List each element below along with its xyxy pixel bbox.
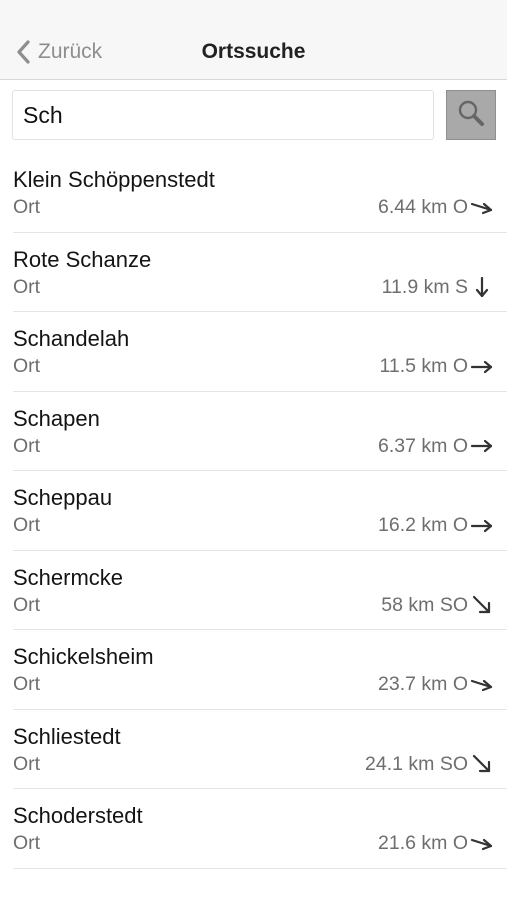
place-type: Ort [13, 752, 41, 775]
row-divider [13, 867, 507, 869]
east-arrow-icon [470, 436, 494, 456]
place-type: Ort [13, 514, 41, 536]
list-item[interactable]: Schickelsheim Ort 23.7 km O [0, 630, 507, 710]
place-type: Ort [13, 673, 41, 695]
place-type: Ort [13, 355, 41, 377]
place-type: Ort [13, 434, 41, 457]
distance-text: 6.44 km O [378, 196, 468, 218]
distance-direction: 11.5 km O [379, 355, 494, 378]
distance-direction: 21.6 km O [378, 832, 494, 855]
list-item[interactable]: Schapen Ort 6.37 km O [0, 392, 507, 471]
search-button[interactable] [446, 90, 496, 140]
distance-text: 24.1 km SO [365, 752, 468, 775]
distance-text: 58 km SO [381, 593, 468, 616]
distance-text: 23.7 km O [378, 673, 468, 695]
distance-text: 16.2 km O [378, 514, 468, 536]
list-item[interactable]: Scheppau Ort 16.2 km O [0, 471, 507, 551]
east-arrow-icon [470, 357, 494, 377]
place-name: Schermcke [13, 564, 124, 590]
distance-direction: 24.1 km SO [365, 753, 494, 776]
results-list: Klein Schöppenstedt Ort 6.44 km O Rote Scha… [0, 153, 507, 869]
east-southeast-arrow-icon [470, 834, 494, 854]
place-name: Schandelah [13, 326, 130, 351]
distance-text: 11.5 km O [379, 355, 468, 377]
east-arrow-icon [470, 516, 494, 536]
place-name: Schoderstedt [13, 803, 143, 828]
list-item[interactable]: Schermcke Ort 58 km SO [0, 551, 507, 630]
navigation-bar: Zurück Ortssuche [0, 0, 507, 80]
place-name: Klein Schöppenstedt [13, 167, 215, 192]
place-name: Schapen [13, 405, 100, 431]
list-item[interactable]: Klein Schöppenstedt Ort 6.44 km O [0, 153, 507, 233]
distance-text: 6.37 km O [378, 434, 468, 457]
place-name: Scheppau [13, 485, 113, 510]
page-title: Ortssuche [201, 40, 306, 63]
search-bar [0, 80, 507, 150]
search-input[interactable] [12, 90, 434, 140]
east-southeast-arrow-icon [470, 198, 494, 218]
distance-text: 11.9 km S [381, 275, 468, 298]
place-type: Ort [13, 196, 41, 218]
distance-direction: 23.7 km O [378, 673, 494, 696]
place-name: Schliestedt [13, 723, 121, 749]
list-item[interactable]: Schandelah Ort 11.5 km O [0, 312, 507, 392]
distance-direction: 58 km SO [381, 594, 494, 617]
search-icon [456, 98, 486, 133]
southeast-arrow-icon [470, 754, 494, 774]
place-name: Schickelsheim [13, 644, 154, 669]
list-item[interactable]: Schliestedt Ort 24.1 km SO [0, 710, 507, 789]
distance-text: 21.6 km O [378, 832, 468, 854]
place-type: Ort [13, 593, 41, 616]
distance-direction: 11.9 km S [382, 276, 494, 299]
distance-direction: 6.37 km O [378, 435, 494, 458]
place-type: Ort [13, 275, 41, 298]
list-item[interactable]: Schoderstedt Ort 21.6 km O [0, 789, 507, 869]
place-type: Ort [13, 832, 41, 854]
place-name: Rote Schanze [13, 246, 152, 272]
east-southeast-arrow-icon [470, 675, 494, 695]
list-item[interactable]: Rote Schanze Ort 11.9 km S [0, 233, 507, 312]
southeast-arrow-icon [470, 595, 494, 615]
distance-direction: 6.44 km O [378, 196, 494, 219]
distance-direction: 16.2 km O [378, 514, 494, 537]
south-arrow-icon [470, 276, 494, 298]
